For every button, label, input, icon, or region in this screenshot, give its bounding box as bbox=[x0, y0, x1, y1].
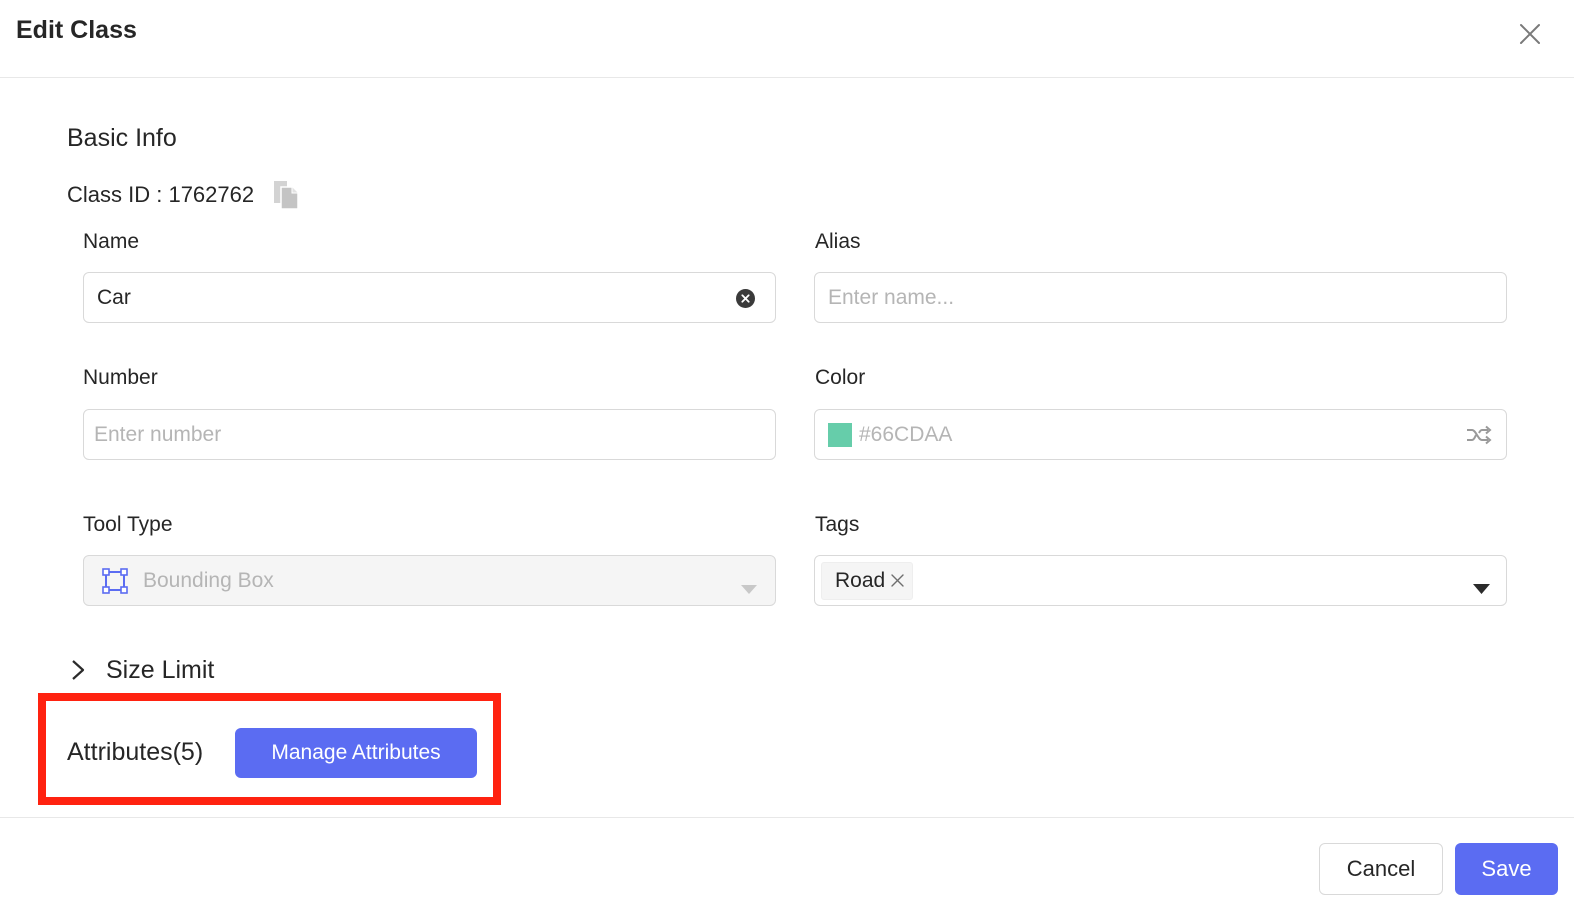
attributes-label: Attributes(5) bbox=[67, 738, 204, 766]
tag-chip-label: Road bbox=[835, 568, 886, 592]
number-label: Number bbox=[83, 366, 158, 389]
close-icon bbox=[1520, 24, 1540, 44]
tool-type-select[interactable]: Bounding Box bbox=[83, 555, 776, 606]
chevron-right-icon bbox=[72, 660, 85, 680]
close-icon bbox=[891, 574, 904, 587]
tool-type-value: Bounding Box bbox=[143, 568, 274, 592]
copy-icon bbox=[274, 181, 299, 210]
caret-down-icon bbox=[1473, 584, 1490, 594]
alias-input[interactable]: Enter name... bbox=[814, 272, 1507, 323]
tags-select[interactable]: Road bbox=[814, 555, 1507, 606]
tool-type-dropdown-arrow bbox=[741, 576, 757, 600]
name-input[interactable]: Car bbox=[83, 272, 776, 323]
copy-class-id-button[interactable] bbox=[272, 179, 300, 211]
clear-circle-icon bbox=[736, 289, 755, 308]
expand-chevron bbox=[68, 658, 88, 682]
basic-info-title: Basic Info bbox=[67, 124, 177, 152]
tag-chip: Road bbox=[821, 561, 914, 600]
tool-type-label: Tool Type bbox=[83, 513, 173, 536]
edit-class-dialog: Edit Class Basic Info Class ID : 1762762… bbox=[0, 0, 1574, 910]
manage-attributes-button[interactable]: Manage Attributes bbox=[235, 728, 477, 778]
class-id-row: Class ID : 1762762 bbox=[67, 179, 300, 211]
name-label: Name bbox=[83, 230, 140, 253]
number-input-placeholder: Enter number bbox=[94, 422, 222, 446]
remove-tag-button[interactable] bbox=[891, 574, 904, 587]
random-color-button[interactable] bbox=[1466, 425, 1492, 451]
dialog-footer: Cancel Save bbox=[0, 817, 1574, 910]
color-swatch[interactable] bbox=[828, 422, 852, 447]
shuffle-icon bbox=[1467, 425, 1492, 445]
color-input-value: #66CDAA bbox=[859, 422, 953, 446]
clear-name-button[interactable] bbox=[736, 289, 755, 314]
tags-dropdown-arrow[interactable] bbox=[1473, 576, 1490, 600]
size-limit-toggle[interactable]: Size Limit bbox=[68, 650, 214, 690]
dialog-title: Edit Class bbox=[16, 16, 137, 44]
name-input-value: Car bbox=[97, 285, 131, 309]
dialog-header: Edit Class bbox=[0, 0, 1574, 78]
alias-label: Alias bbox=[815, 230, 861, 253]
tags-label: Tags bbox=[815, 513, 860, 536]
cancel-button[interactable]: Cancel bbox=[1319, 843, 1443, 895]
close-button[interactable] bbox=[1512, 16, 1548, 52]
bounding-box-icon bbox=[102, 567, 128, 594]
size-limit-label: Size Limit bbox=[106, 655, 215, 684]
save-button[interactable]: Save bbox=[1455, 843, 1558, 895]
color-input[interactable]: #66CDAA bbox=[814, 409, 1507, 460]
alias-input-placeholder: Enter name... bbox=[828, 285, 955, 309]
color-label: Color bbox=[815, 366, 866, 389]
number-input[interactable]: Enter number bbox=[83, 409, 776, 460]
class-id-text: Class ID : 1762762 bbox=[67, 182, 255, 207]
caret-down-icon bbox=[741, 585, 757, 594]
